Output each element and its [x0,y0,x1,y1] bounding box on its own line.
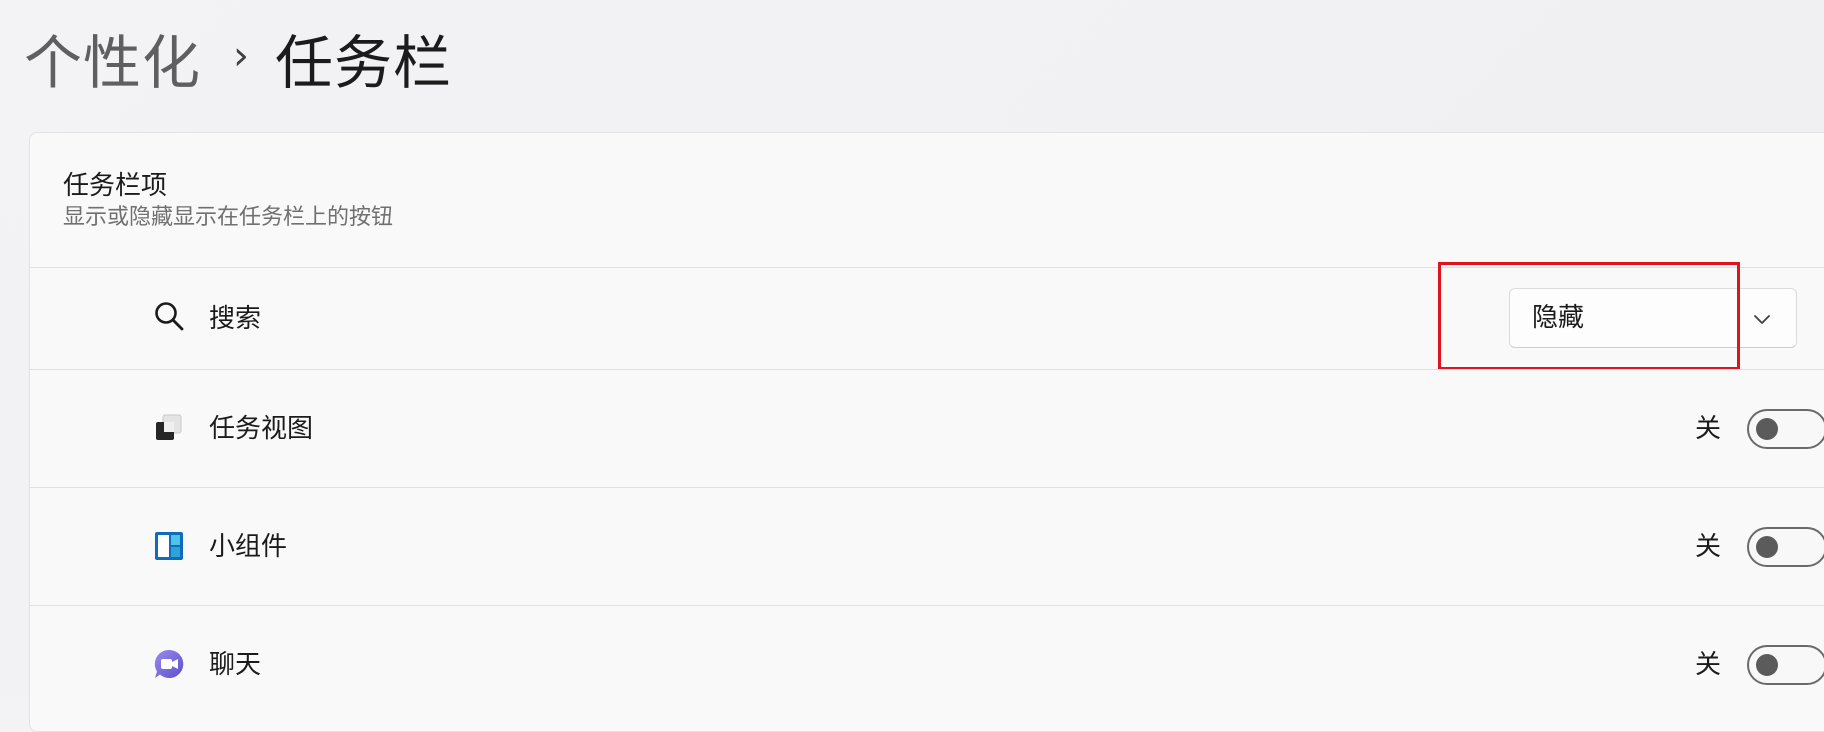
section-header[interactable]: 任务栏项 显示或隐藏显示在任务栏上的按钮 [63,169,393,233]
list-item-task-view: 任务视图 关 [29,370,1824,487]
red-highlight-annotation [1438,262,1740,370]
toggle-knob [1756,536,1778,558]
search-label: 搜索 [209,304,262,334]
task-view-toggle[interactable] [1747,409,1824,449]
chat-toggle-state: 关 [1695,650,1722,680]
section-title: 任务栏项 [63,171,168,201]
toggle-knob [1756,654,1778,676]
breadcrumb-separator-chevron-icon: › [233,33,250,79]
widgets-toggle[interactable] [1747,527,1824,567]
section-subtitle: 显示或隐藏显示在任务栏上的按钮 [63,205,394,230]
list-item-widgets: 小组件 关 [29,488,1824,605]
task-view-icon [156,414,182,440]
widgets-toggle-state: 关 [1695,532,1722,562]
chat-icon [154,649,184,678]
widgets-icon [155,532,183,560]
task-view-toggle-state: 关 [1695,414,1722,444]
chat-label: 聊天 [209,650,262,680]
page-title: 任务栏 [275,29,453,97]
chat-toggle[interactable] [1747,645,1824,685]
breadcrumb: 个性化 › 任务栏 [24,18,452,98]
search-icon [155,302,184,331]
task-view-label: 任务视图 [209,414,314,444]
toggle-knob [1756,418,1778,440]
chevron-down-icon [1754,315,1770,324]
widgets-label: 小组件 [209,532,288,562]
list-item-chat: 聊天 关 [29,606,1824,706]
breadcrumb-parent-personalization[interactable]: 个性化 [24,16,201,100]
